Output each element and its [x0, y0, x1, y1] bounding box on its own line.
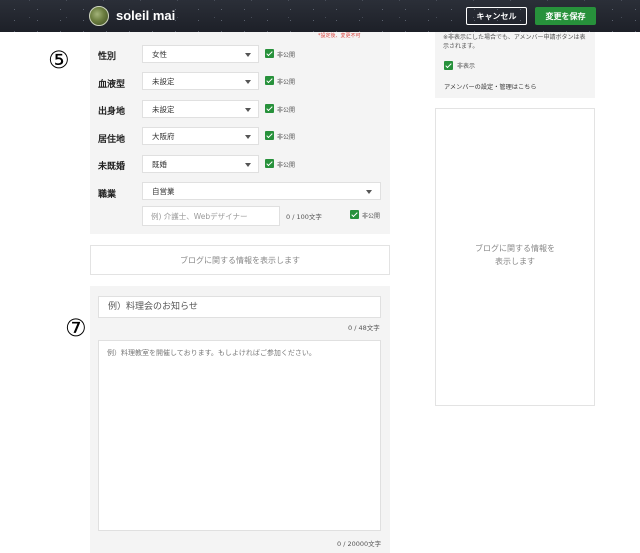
gender-private-checkbox[interactable]	[265, 49, 274, 58]
username: soleil mai	[116, 8, 176, 23]
birthplace-select[interactable]: 未設定	[142, 100, 259, 118]
occupation-label: 職業	[98, 190, 117, 200]
occupation-private-checkbox[interactable]	[350, 210, 359, 219]
blood-type-select[interactable]: 未設定	[142, 72, 259, 90]
occupation-detail-input[interactable]	[142, 206, 280, 226]
residence-select-value: 大阪府	[152, 131, 175, 141]
cancel-button[interactable]: キャンセル	[466, 7, 527, 25]
marital-status-select-value: 既婚	[152, 159, 167, 169]
section-marker-5: ⑤	[48, 46, 70, 74]
occupation-select-value: 自営業	[152, 186, 175, 196]
residence-private-label: 非公開	[277, 134, 296, 141]
birthplace-private-label: 非公開	[277, 107, 296, 114]
user-avatar[interactable]	[89, 6, 109, 26]
birthplace-label: 出身地	[98, 107, 126, 117]
birthplace-private-checkbox[interactable]	[265, 104, 274, 113]
residence-private-checkbox[interactable]	[265, 131, 274, 140]
blood-type-label: 血液型	[98, 80, 126, 90]
marital-status-private-label: 非公開	[277, 162, 296, 169]
sidebar-blog-info-text: ブログに関する情報を 表示します	[435, 243, 595, 269]
chevron-down-icon	[245, 53, 251, 57]
occupation-char-count: 0 / 100文字	[286, 213, 322, 221]
sidebar-blog-info-line2: 表示します	[495, 256, 535, 266]
gender-label: 性別	[98, 52, 117, 62]
blood-type-private-label: 非公開	[277, 79, 296, 86]
gender-private-label: 非公開	[277, 52, 296, 59]
blood-type-private-checkbox[interactable]	[265, 76, 274, 85]
marital-status-select[interactable]: 既婚	[142, 155, 259, 173]
occupation-private-label: 非公開	[362, 213, 381, 220]
chevron-down-icon	[245, 108, 251, 112]
post-body-char-count: 0 / 20000文字	[337, 540, 382, 548]
marital-status-label: 未既婚	[98, 162, 126, 172]
chevron-down-icon	[245, 163, 251, 167]
blood-type-select-value: 未設定	[152, 76, 175, 86]
save-changes-button[interactable]: 変更を保存	[535, 7, 596, 25]
chevron-down-icon	[245, 80, 251, 84]
residence-select[interactable]: 大阪府	[142, 127, 259, 145]
gender-select[interactable]: 女性	[142, 45, 259, 63]
gender-select-value: 女性	[152, 49, 167, 59]
amember-hidden-checkbox[interactable]	[444, 61, 453, 70]
marital-status-private-checkbox[interactable]	[265, 159, 274, 168]
chevron-down-icon	[366, 190, 372, 194]
immutable-after-setting-note: *設定後、変更不可	[318, 33, 361, 39]
birthplace-select-value: 未設定	[152, 104, 175, 114]
blog-info-panel: ブログに関する情報を表示します	[90, 245, 390, 275]
amember-note: ※非表示にした場合でも、アメンバー申請ボタンは表示されます。	[443, 34, 586, 51]
post-title-char-count: 0 / 48文字	[348, 324, 380, 332]
sidebar-blog-info-line1: ブログに関する情報を	[475, 244, 555, 253]
post-body-textarea[interactable]	[98, 340, 381, 531]
amember-settings-link[interactable]: アメンバーの設定・管理はこちら	[444, 82, 537, 91]
section-marker-7: ⑦	[65, 314, 87, 342]
amember-hidden-label: 非表示	[457, 63, 476, 70]
post-title-input[interactable]	[98, 296, 381, 318]
occupation-select[interactable]: 自営業	[142, 182, 381, 200]
residence-label: 居住地	[98, 135, 126, 145]
chevron-down-icon	[245, 135, 251, 139]
